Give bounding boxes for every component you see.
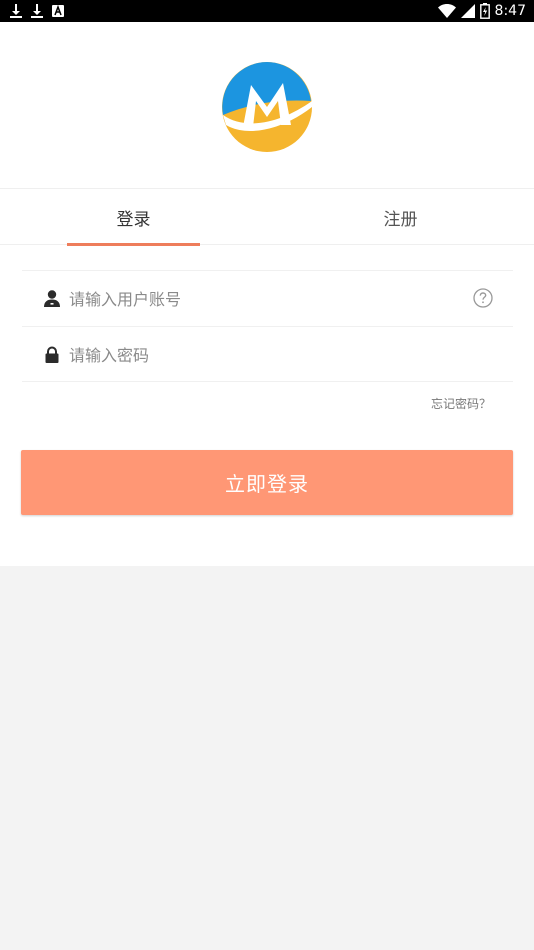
tab-login-label: 登录: [116, 209, 151, 230]
tab-login[interactable]: 登录: [0, 189, 267, 245]
password-input[interactable]: [69, 339, 459, 371]
username-input[interactable]: [69, 283, 459, 315]
login-button[interactable]: 立即登录: [21, 450, 513, 515]
password-row: [22, 326, 513, 382]
battery-icon: [479, 3, 490, 19]
status-time: 8:47: [494, 3, 526, 19]
download-icon: [10, 4, 22, 18]
username-row: [22, 270, 513, 326]
auth-tabs: 登录 注册: [0, 188, 534, 246]
login-card: 登录 注册 请输入用户账号 忘记密码？ 立即登录: [0, 22, 534, 566]
user-icon: [44, 290, 60, 307]
a-icon: [52, 5, 64, 17]
tab-register[interactable]: 注册: [267, 189, 534, 245]
lock-icon: [45, 346, 59, 363]
empty-background: [0, 566, 534, 950]
forgot-password-link[interactable]: 忘记密码？: [431, 395, 491, 412]
login-page: 8:47 登录 注册 请输入用户账号 忘记密码？ 立即登录: [0, 0, 534, 950]
tab-register-label: 注册: [383, 209, 418, 230]
active-tab-indicator: [67, 243, 200, 246]
app-logo: [222, 62, 312, 152]
signal-icon: [460, 4, 475, 18]
help-icon[interactable]: [473, 288, 493, 308]
status-bar: 8:47: [0, 0, 534, 22]
wifi-icon: [437, 4, 456, 18]
download-icon: [31, 4, 43, 18]
